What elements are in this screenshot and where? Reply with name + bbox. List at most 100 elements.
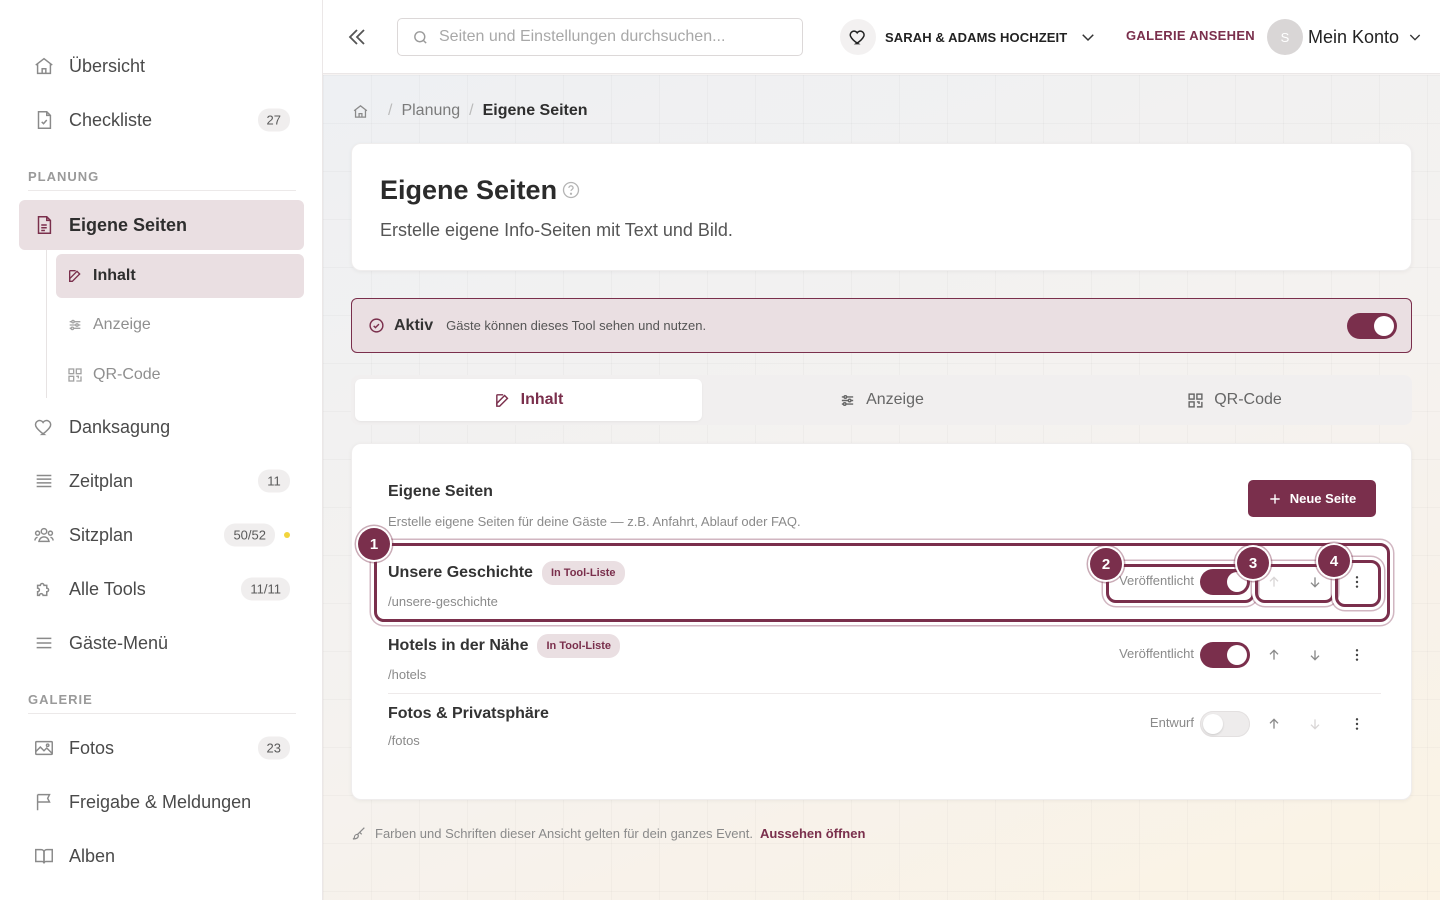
puzzle-icon bbox=[33, 578, 55, 600]
appearance-note-text: Farben und Schriften dieser Ansicht gelt… bbox=[375, 825, 753, 841]
move-down-button[interactable] bbox=[1303, 712, 1327, 736]
sidebar-item-sitzplan[interactable]: Sitzplan 50/52 bbox=[19, 510, 304, 560]
breadcrumb-planung[interactable]: Planung bbox=[401, 102, 460, 120]
page-description: Erstelle eigene Info-Seiten mit Text und… bbox=[380, 220, 733, 240]
home-icon bbox=[33, 55, 55, 77]
sidebar-item-checkliste[interactable]: Checkliste 27 bbox=[19, 95, 304, 145]
page-icon bbox=[33, 214, 55, 236]
page-header-card: Eigene Seiten Erstelle eigene Info-Seite… bbox=[351, 143, 1412, 271]
sidebar-item-label: Gäste-Menü bbox=[69, 632, 169, 653]
sidebar-item-freigabe[interactable]: Freigabe & Meldungen bbox=[19, 777, 304, 827]
more-vertical-icon bbox=[1349, 647, 1365, 663]
sidebar-item-danksagung[interactable]: Danksagung bbox=[19, 402, 304, 452]
breadcrumb-separator: / bbox=[469, 102, 474, 119]
avatar: S bbox=[1267, 19, 1303, 55]
sidebar-subitem-label: QR-Code bbox=[93, 366, 161, 383]
submenu-guide-line bbox=[46, 250, 47, 398]
users-icon bbox=[33, 524, 55, 546]
sidebar-item-label: Alben bbox=[69, 845, 116, 866]
status-dot bbox=[284, 532, 290, 538]
sidebar-subitem-qr-code[interactable]: QR-Code bbox=[56, 353, 304, 397]
breadcrumb-current: Eigene Seiten bbox=[482, 102, 588, 119]
page-name: Fotos & Privatsphäre bbox=[388, 705, 549, 722]
page-name: Hotels in der Nähe bbox=[388, 637, 529, 654]
publish-toggle[interactable] bbox=[1200, 642, 1250, 668]
move-up-button[interactable] bbox=[1262, 643, 1286, 667]
sidebar-subitem-anzeige[interactable]: Anzeige bbox=[56, 303, 304, 347]
section-divider bbox=[28, 713, 296, 714]
list-icon bbox=[33, 470, 55, 492]
section-divider bbox=[28, 190, 296, 191]
count-badge: 23 bbox=[257, 736, 290, 760]
row-title-group: Hotels in der Nähe In Tool-Liste bbox=[388, 634, 621, 658]
sidebar: Übersicht Checkliste 27 PLANUNG Eigene S… bbox=[0, 0, 323, 900]
publish-toggle[interactable] bbox=[1200, 711, 1250, 737]
arrow-down-icon bbox=[1307, 647, 1323, 663]
tab-inhalt[interactable]: Inhalt bbox=[355, 379, 702, 421]
sidebar-item-gaeste-menue[interactable]: Gäste-Menü bbox=[19, 618, 304, 668]
collapse-sidebar-button[interactable] bbox=[345, 24, 369, 50]
event-selector[interactable]: SARAH & ADAMS HOCHZEIT bbox=[840, 18, 1097, 56]
search-input[interactable] bbox=[439, 28, 799, 46]
event-name: SARAH & ADAMS HOCHZEIT bbox=[885, 29, 1068, 45]
count-badge: 11 bbox=[258, 469, 290, 493]
flag-icon bbox=[33, 791, 55, 813]
highlight-badge-4: 4 bbox=[1318, 545, 1350, 577]
heart-icon bbox=[840, 19, 876, 55]
sidebar-item-label: Sitzplan bbox=[69, 524, 134, 545]
image-icon bbox=[33, 737, 55, 759]
sidebar-item-zeitplan[interactable]: Zeitplan 11 bbox=[19, 456, 304, 506]
new-page-button[interactable]: Neue Seite bbox=[1248, 480, 1376, 517]
search-icon bbox=[412, 29, 429, 46]
sidebar-item-fotos[interactable]: Fotos 23 bbox=[19, 723, 304, 773]
sliders-icon bbox=[67, 317, 83, 333]
tool-active-bar: Aktiv Gäste können dieses Tool sehen und… bbox=[351, 298, 1412, 353]
open-appearance-link[interactable]: Aussehen öffnen bbox=[760, 826, 865, 841]
page-path: /hotels bbox=[388, 667, 427, 682]
plus-icon bbox=[1268, 492, 1282, 506]
qr-icon bbox=[1187, 392, 1204, 409]
section-label-planung: PLANUNG bbox=[28, 169, 100, 184]
view-gallery-link[interactable]: GALERIE ANSEHEN bbox=[1126, 28, 1255, 43]
sidebar-item-alle-tools[interactable]: Alle Tools 11/11 bbox=[19, 564, 304, 614]
section-title: Eigene Seiten bbox=[388, 483, 493, 500]
tool-active-toggle[interactable] bbox=[1347, 313, 1397, 339]
more-vertical-icon bbox=[1349, 716, 1365, 732]
more-options-button[interactable] bbox=[1345, 643, 1369, 667]
tab-bar: Inhalt Anzeige QR-Code bbox=[351, 375, 1412, 425]
chevron-down-icon bbox=[1079, 28, 1097, 46]
sidebar-subitem-inhalt[interactable]: Inhalt bbox=[56, 254, 304, 298]
breadcrumb: / Planung / Eigene Seiten bbox=[352, 102, 588, 120]
sidebar-item-label: Fotos bbox=[69, 737, 115, 758]
highlight-badge-3: 3 bbox=[1237, 547, 1269, 579]
help-icon[interactable] bbox=[561, 180, 581, 200]
sidebar-item-uebersicht[interactable]: Übersicht bbox=[19, 41, 304, 91]
account-menu[interactable]: S Mein Konto bbox=[1267, 18, 1423, 56]
tab-anzeige[interactable]: Anzeige bbox=[708, 379, 1055, 421]
menu-icon bbox=[33, 632, 55, 654]
section-description: Erstelle eigene Seiten für deine Gäste —… bbox=[388, 514, 801, 529]
move-down-button[interactable] bbox=[1303, 643, 1327, 667]
check-circle-icon bbox=[368, 317, 385, 334]
qr-icon bbox=[67, 367, 83, 383]
heart-icon bbox=[33, 416, 55, 438]
sidebar-item-label: Eigene Seiten bbox=[69, 214, 188, 235]
tab-qr-code[interactable]: QR-Code bbox=[1061, 379, 1408, 421]
custom-pages-card: Eigene Seiten Erstelle eigene Seiten für… bbox=[351, 443, 1412, 800]
sidebar-item-alben[interactable]: Alben bbox=[19, 831, 304, 881]
more-options-button[interactable] bbox=[1345, 712, 1369, 736]
sidebar-item-eigene-seiten[interactable]: Eigene Seiten bbox=[19, 200, 304, 250]
highlight-box-publish bbox=[1106, 564, 1255, 603]
move-up-button[interactable] bbox=[1262, 712, 1286, 736]
new-page-label: Neue Seite bbox=[1289, 491, 1357, 506]
count-badge: 27 bbox=[257, 108, 290, 132]
tool-list-badge: In Tool-Liste bbox=[537, 634, 621, 658]
page-row[interactable]: Fotos & Privatsphäre /fotos Entwurf bbox=[388, 694, 1381, 764]
count-badge: 50/52 bbox=[224, 523, 275, 547]
row-title-group: Fotos & Privatsphäre bbox=[388, 705, 549, 723]
page-row[interactable]: Hotels in der Nähe In Tool-Liste /hotels… bbox=[388, 621, 1381, 691]
home-icon[interactable] bbox=[352, 103, 369, 120]
page-status: Veröffentlicht bbox=[1119, 646, 1194, 661]
search-box bbox=[397, 18, 803, 56]
book-icon bbox=[33, 845, 55, 867]
